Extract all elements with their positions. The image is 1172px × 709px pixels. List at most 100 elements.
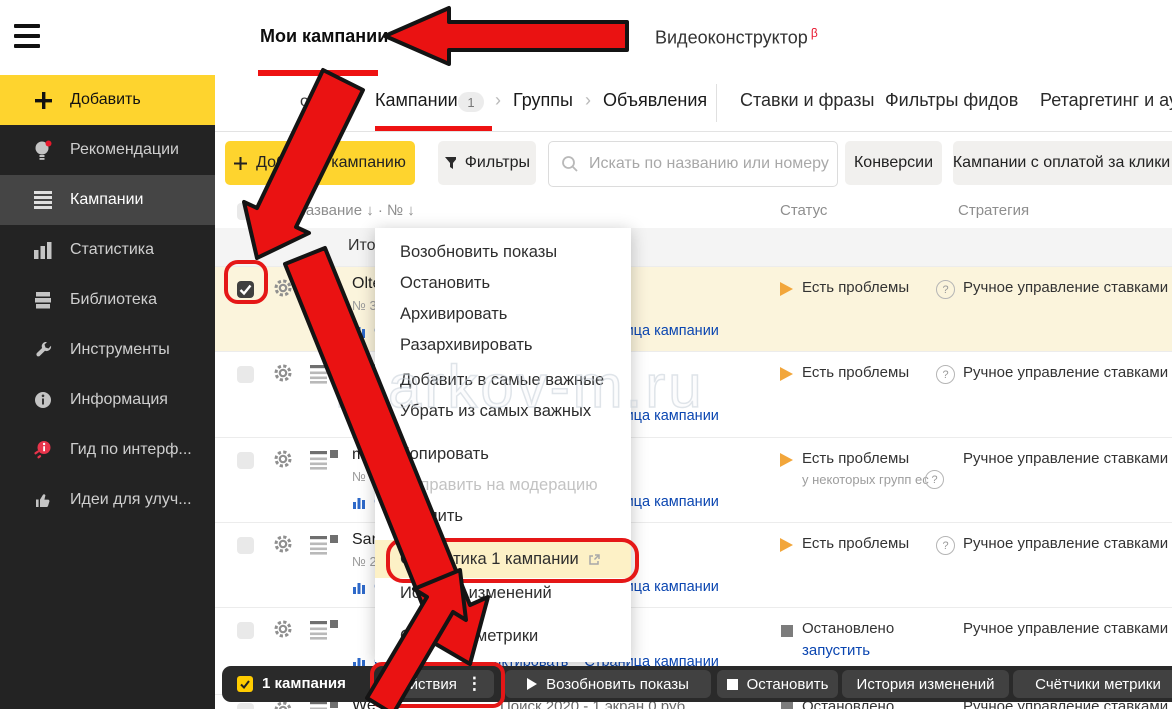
tab-ads[interactable]: Объявления <box>603 90 707 111</box>
add-campaign-button[interactable]: Добавить кампанию <box>225 141 415 185</box>
menu-item-delete[interactable]: Удалить <box>375 501 631 532</box>
row-checkbox[interactable] <box>237 703 254 709</box>
row-checkbox[interactable] <box>237 622 254 639</box>
status-text: Есть проблемы <box>802 450 909 467</box>
menu-item-add-important[interactable]: Добавить в самые важные <box>375 365 631 396</box>
sidebar-item-tools[interactable]: Инструменты <box>0 325 215 375</box>
beta-badge: β <box>811 26 818 40</box>
gear-icon[interactable] <box>272 277 294 304</box>
info-icon <box>30 391 56 409</box>
col-name-number-sort[interactable]: Название ↓ · № ↓ <box>295 202 415 219</box>
selected-checkbox[interactable] <box>237 676 253 692</box>
stop-button[interactable]: Остановить <box>717 670 838 698</box>
row-checkbox[interactable] <box>237 452 254 469</box>
search-box <box>548 141 838 187</box>
strategy-text: Ручное управление ставками <box>963 535 1168 552</box>
tab-groups[interactable]: Группы <box>513 90 573 111</box>
tab-campaigns[interactable]: Кампании <box>375 90 458 111</box>
nav-my-campaigns[interactable]: Мои кампании <box>260 26 388 47</box>
sidebar-item-recommendations[interactable]: Рекомендации <box>0 125 215 175</box>
status-text: Есть проблемы <box>802 279 909 296</box>
select-all-checkbox[interactable] <box>237 203 254 220</box>
menu-item-copy[interactable]: Копировать <box>375 439 631 470</box>
sidebar-item-interface-guide[interactable]: Гид по интерф... <box>0 425 215 475</box>
col-type[interactable]: Тип <box>268 202 293 219</box>
nav-video-constructor[interactable]: Видеоконструкторβ <box>655 26 818 48</box>
selected-count: 1 кампания <box>262 675 346 692</box>
sidebar-item-statistics[interactable]: Статистика <box>0 225 215 275</box>
menu-item-metrica-counters[interactable]: Счётчики метрики <box>375 621 631 652</box>
menu-item-change-history[interactable]: История изменений <box>375 578 631 609</box>
col-strategy[interactable]: Стратегия <box>958 202 1029 219</box>
strategy-text: Ручное управление ставками <box>963 450 1168 467</box>
sidebar-item-ideas[interactable]: Идеи для улуч... <box>0 475 215 525</box>
search-icon <box>561 155 579 173</box>
bulk-actions-bar: 1 кампания Действия ⋮ Возобновить показы… <box>222 666 1172 702</box>
row-checkbox[interactable] <box>237 281 254 298</box>
stats-bars-icon <box>352 580 366 594</box>
stop-icon <box>727 679 738 690</box>
sidebar-item-library[interactable]: Библиотека <box>0 275 215 325</box>
gear-icon[interactable] <box>272 448 294 475</box>
totals-row: Итого <box>215 228 1172 266</box>
resume-button[interactable]: Возобновить показы <box>505 670 711 698</box>
warning-play-icon <box>780 453 793 467</box>
menu-item-archive[interactable]: Архивировать <box>375 299 631 330</box>
campaigns-count-badge: 1 <box>458 92 484 112</box>
actions-button[interactable]: Действия ⋮ <box>380 670 494 698</box>
status-text: Есть проблемы <box>802 364 909 381</box>
counters-button[interactable]: Счётчики метрики <box>1013 670 1172 698</box>
payment-filter-dropdown[interactable]: Кампании с оплатой за клики <box>953 141 1172 185</box>
search-input[interactable] <box>587 142 831 186</box>
gear-icon[interactable] <box>272 362 294 389</box>
table-row: Olte № 3 Статистика Редактировать Страни… <box>215 266 1172 352</box>
status-text: Есть проблемы <box>802 535 909 552</box>
menu-item-remove-important[interactable]: Убрать из самых важных <box>375 396 631 427</box>
nav-turbo-pages-partial[interactable]: раниц <box>575 26 625 47</box>
active-tab-underline <box>375 126 492 131</box>
help-icon[interactable]: ? <box>936 280 955 299</box>
row-checkbox[interactable] <box>237 366 254 383</box>
tab-retargeting[interactable]: Ретаргетинг и ауд <box>1040 90 1172 111</box>
sidebar-item-information[interactable]: Информация <box>0 375 215 425</box>
help-icon[interactable]: ? <box>936 536 955 555</box>
table-header: Тип Название ↓ · № ↓ Статус Стратегия <box>215 195 1172 229</box>
menu-item-unarchive[interactable]: Разархивировать <box>375 330 631 361</box>
campaign-type-icon <box>310 364 338 389</box>
conversions-button[interactable]: Конверсии <box>845 141 942 185</box>
chevron-down-icon <box>316 99 327 106</box>
table-row: Sam № 2 Статистика Редактировать Страниц… <box>215 522 1172 608</box>
help-icon[interactable]: ? <box>925 470 944 489</box>
lightbulb-icon <box>30 140 56 161</box>
campaign-number: № 3 <box>352 383 377 398</box>
filters-button[interactable]: Фильтры <box>438 141 536 185</box>
campaign-number: № 5 <box>352 469 377 484</box>
stats-bars-icon <box>352 495 366 509</box>
menu-item-stop[interactable]: Остановить <box>375 268 631 299</box>
gear-icon[interactable] <box>272 618 294 645</box>
strategy-text: Ручное управление ставками <box>963 364 1168 381</box>
strategy-text: Ручное управление ставками <box>963 279 1168 296</box>
table-row: Рит № 3 Статистика Редактировать Страниц… <box>215 351 1172 438</box>
history-button[interactable]: История изменений <box>842 670 1009 698</box>
row-checkbox[interactable] <box>237 537 254 554</box>
menu-item-resume[interactable]: Возобновить показы <box>375 237 631 268</box>
help-icon[interactable]: ? <box>936 365 955 384</box>
stopped-square-icon <box>781 625 793 637</box>
status-text: Остановлено <box>802 620 894 637</box>
list-icon <box>30 191 56 209</box>
tab-feed-filters[interactable]: Фильтры фидов <box>885 90 1018 111</box>
menu-item-statistics[interactable]: Статистика 1 кампании <box>375 540 631 578</box>
view-selector-dropdown[interactable]: о <box>300 93 327 111</box>
sidebar-item-add[interactable]: Добавить <box>0 75 215 125</box>
gear-icon[interactable] <box>272 533 294 560</box>
sidebar-item-campaigns[interactable]: Кампании <box>0 175 215 225</box>
table-row: mar № 5 Статистика Редактировать Страниц… <box>215 437 1172 523</box>
col-status[interactable]: Статус <box>780 202 827 219</box>
start-campaign-link[interactable]: запустить <box>802 642 870 659</box>
campaign-type-icon <box>310 620 338 645</box>
tab-bids-phrases[interactable]: Ставки и фразы <box>740 90 874 111</box>
warning-play-icon <box>780 282 793 296</box>
hamburger-menu-icon[interactable] <box>14 24 40 48</box>
tabs-row: о Кампании 1 › Группы › Объявления Ставк… <box>215 76 1172 132</box>
